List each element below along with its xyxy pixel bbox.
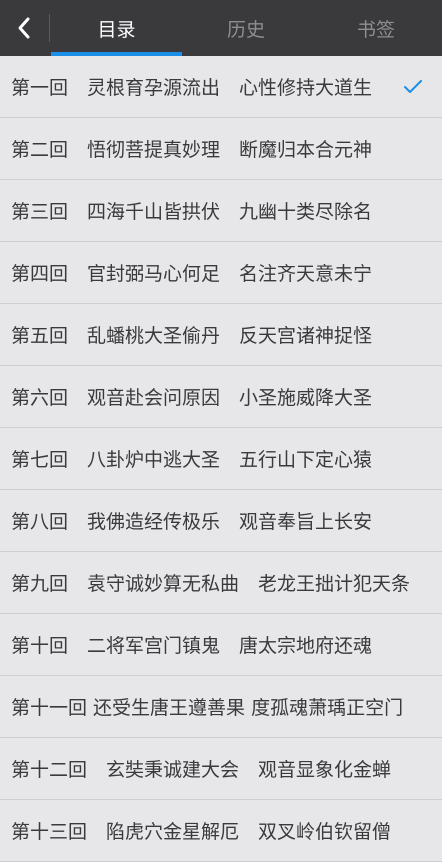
- chapter-title: 第二回 悟彻菩提真妙理 断魔归本合元神: [11, 139, 373, 161]
- chapter-title: 第五回 乱蟠桃大圣偷丹 反天宫诸神捉怪: [11, 325, 373, 347]
- chapter-item[interactable]: 第六回 观音赴会问原因 小圣施威降大圣: [0, 366, 442, 428]
- chapter-item[interactable]: 第五回 乱蟠桃大圣偷丹 反天宫诸神捉怪: [0, 304, 442, 366]
- chapter-item[interactable]: 第十三回 陷虎穴金星解厄 双叉岭伯钦留僧: [0, 800, 442, 862]
- chapter-title: 第十二回 玄奘秉诚建大会 观音显象化金蝉: [11, 759, 392, 781]
- chapter-item[interactable]: 第七回 八卦炉中逃大圣 五行山下定心猿: [0, 428, 442, 490]
- chapter-title: 第六回 观音赴会问原因 小圣施威降大圣: [11, 387, 373, 409]
- chapter-title: 第十三回 陷虎穴金星解厄 双叉岭伯钦留僧: [11, 821, 392, 843]
- chapter-item[interactable]: 第十回 二将军宫门镇鬼 唐太宗地府还魂: [0, 614, 442, 676]
- chapter-title: 第十一回 还受生唐王遵善果 度孤魂萧瑀正空门: [11, 697, 404, 719]
- chapter-item[interactable]: 第二回 悟彻菩提真妙理 断魔归本合元神: [0, 118, 442, 180]
- chapter-item[interactable]: 第三回 四海千山皆拱伏 九幽十类尽除名: [0, 180, 442, 242]
- checkmark-icon: [404, 79, 422, 93]
- back-button[interactable]: [0, 0, 48, 56]
- chapter-item[interactable]: 第八回 我佛造经传极乐 观音奉旨上长安: [0, 490, 442, 552]
- chapter-item[interactable]: 第四回 官封弼马心何足 名注齐天意未宁: [0, 242, 442, 304]
- chevron-left-icon: [18, 17, 30, 39]
- chapter-item[interactable]: 第十一回 还受生唐王遵善果 度孤魂萧瑀正空门: [0, 676, 442, 738]
- chapter-title: 第八回 我佛造经传极乐 观音奉旨上长安: [11, 511, 373, 533]
- chapter-item[interactable]: 第一回 灵根育孕源流出 心性修持大道生: [0, 56, 442, 118]
- chapter-item[interactable]: 第九回 袁守诚妙算无私曲 老龙王拙计犯天条: [0, 552, 442, 614]
- tab-contents[interactable]: 目录: [51, 0, 182, 56]
- chapter-title: 第三回 四海千山皆拱伏 九幽十类尽除名: [11, 201, 373, 223]
- chapter-item[interactable]: 第十二回 玄奘秉诚建大会 观音显象化金蝉: [0, 738, 442, 800]
- chapter-title: 第一回 灵根育孕源流出 心性修持大道生: [11, 77, 373, 99]
- tab-bookmarks[interactable]: 书签: [310, 0, 442, 56]
- chapter-list: 第一回 灵根育孕源流出 心性修持大道生 第二回 悟彻菩提真妙理 断魔归本合元神 …: [0, 56, 442, 862]
- back-separator: [49, 14, 50, 42]
- tab-history[interactable]: 历史: [182, 0, 310, 56]
- chapter-title: 第十回 二将军宫门镇鬼 唐太宗地府还魂: [11, 635, 373, 657]
- top-navigation-bar: 目录 历史 书签: [0, 0, 442, 56]
- chapter-title: 第九回 袁守诚妙算无私曲 老龙王拙计犯天条: [11, 573, 411, 595]
- chapter-title: 第四回 官封弼马心何足 名注齐天意未宁: [11, 263, 373, 285]
- chapter-title: 第七回 八卦炉中逃大圣 五行山下定心猿: [11, 449, 373, 471]
